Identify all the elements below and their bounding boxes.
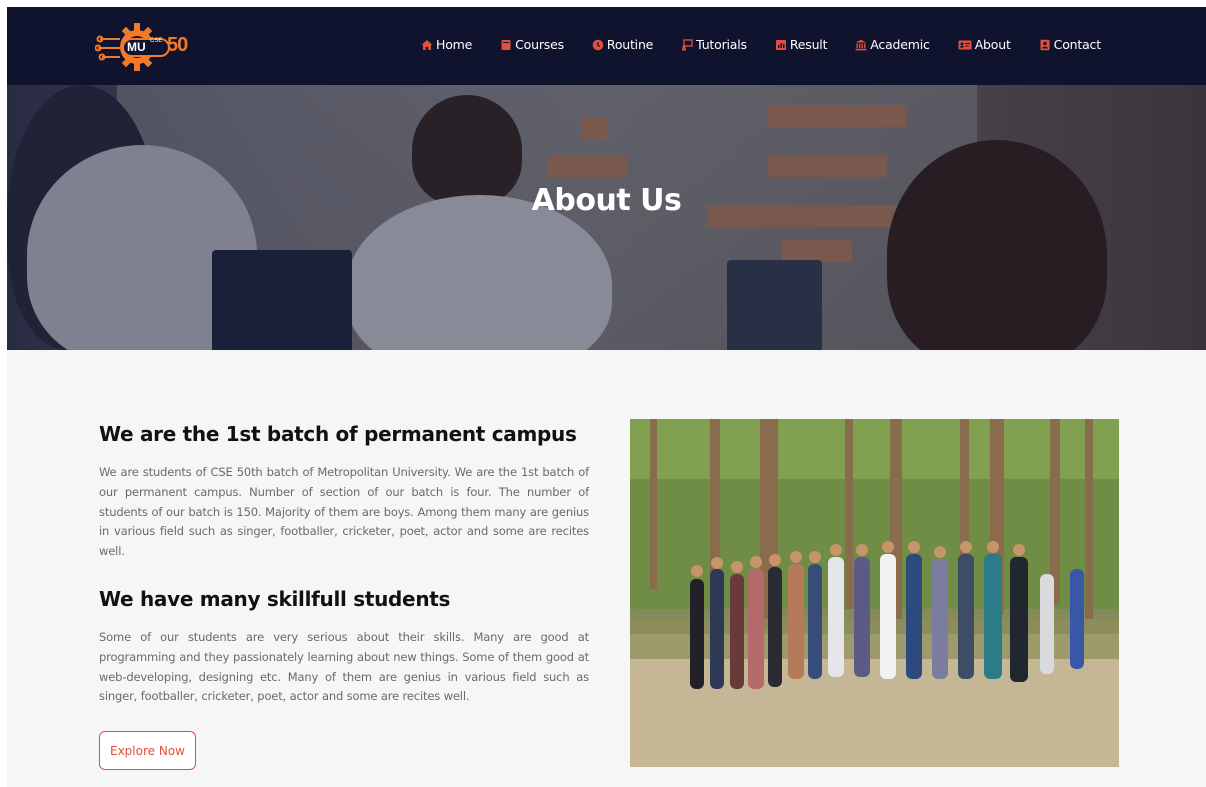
logo-number-text: 50: [167, 34, 188, 56]
nav-item-label: Home: [436, 37, 473, 52]
section-text-skillful-students: Some of our students are very serious ab…: [99, 630, 589, 704]
page-title: About Us: [531, 183, 682, 218]
nav-item-label: Academic: [870, 37, 930, 52]
nav-item-label: Tutorials: [696, 37, 747, 52]
about-section: We are the 1st batch of permanent campus…: [7, 350, 1206, 787]
nav-item-home[interactable]: Home: [421, 37, 472, 52]
hero-banner: About Us: [7, 85, 1206, 350]
book-icon: [501, 39, 511, 50]
nav-item-label: Routine: [606, 37, 654, 52]
section-text-first-batch: We are students of CSE 50th batch of Met…: [99, 465, 589, 559]
contact-icon: [1040, 39, 1050, 50]
nav-item-label: Courses: [515, 37, 564, 52]
nav-item-about[interactable]: About: [958, 37, 1011, 52]
group-photo-illustration: [630, 419, 1119, 767]
main-menu: Home Courses Routine Tutorials Result Ac…: [421, 37, 1101, 52]
section-heading-skillful-students: We have many skillfull students: [99, 587, 451, 611]
nav-item-label: Contact: [1053, 37, 1101, 52]
nav-item-label: Result: [789, 37, 828, 52]
nav-item-result[interactable]: Result: [775, 37, 827, 52]
group-photo: [630, 419, 1119, 767]
nav-item-label: About: [974, 37, 1011, 52]
nav-item-routine[interactable]: Routine: [592, 37, 653, 52]
logo-cse-text: CSE: [150, 38, 163, 44]
section-heading-first-batch: We are the 1st batch of permanent campus: [99, 422, 577, 446]
explore-now-button[interactable]: Explore Now: [99, 731, 196, 770]
tutorial-icon: [682, 38, 693, 50]
nav-item-tutorials[interactable]: Tutorials: [681, 37, 747, 52]
site-logo[interactable]: MU CSE 50: [95, 19, 195, 75]
institution-icon: [855, 39, 867, 50]
nav-item-academic[interactable]: Academic: [855, 37, 930, 52]
nav-item-contact[interactable]: Contact: [1039, 37, 1101, 52]
navbar: MU CSE 50 Home Courses Routine Tutorials: [7, 7, 1206, 85]
result-icon: [775, 39, 786, 50]
logo-mu-text: MU: [127, 40, 146, 54]
home-icon: [421, 39, 433, 50]
id-card-icon: [958, 40, 972, 49]
page-frame: MU CSE 50 Home Courses Routine Tutorials: [7, 7, 1206, 787]
clock-icon: [592, 39, 604, 50]
nav-item-courses[interactable]: Courses: [500, 37, 564, 52]
